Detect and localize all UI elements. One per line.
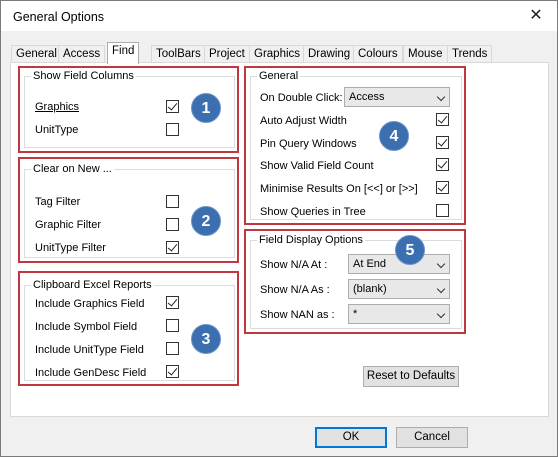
show-na-as-label: Show N/A As :	[260, 284, 330, 296]
graphics-column-checkbox[interactable]	[166, 100, 179, 113]
include-symbol-field-label: Include Symbol Field	[35, 321, 138, 333]
callout-badge-5: 5	[395, 235, 425, 265]
chevron-down-icon	[436, 92, 446, 102]
reset-to-defaults-button[interactable]: Reset to Defaults	[363, 366, 459, 387]
auto-adjust-width-checkbox[interactable]	[436, 113, 449, 126]
title-bar: General Options ✕	[1, 1, 557, 31]
unittype-column-label: UnitType	[35, 124, 79, 136]
unittype-filter-label: UnitType Filter	[35, 242, 106, 254]
options-dialog: General Options ✕ General Access Find To…	[0, 0, 558, 457]
dialog-title: General Options	[13, 10, 105, 24]
cancel-button[interactable]: Cancel	[396, 427, 468, 448]
callout-badge-4: 4	[379, 121, 409, 151]
include-graphics-field-checkbox[interactable]	[166, 296, 179, 309]
callout-badge-2: 2	[191, 206, 221, 236]
on-double-click-value: Access	[349, 91, 385, 103]
include-gendesc-field-checkbox[interactable]	[166, 365, 179, 378]
on-double-click-select[interactable]: Access	[344, 87, 450, 107]
show-valid-field-count-checkbox[interactable]	[436, 158, 449, 171]
pin-query-windows-label: Pin Query Windows	[260, 138, 357, 150]
include-unittype-field-checkbox[interactable]	[166, 342, 179, 355]
minimise-results-label: Minimise Results On [<<] or [>>]	[260, 183, 418, 195]
group-legend: Clear on New ...	[31, 163, 114, 175]
unittype-filter-checkbox[interactable]	[166, 241, 179, 254]
graphic-filter-label: Graphic Filter	[35, 219, 102, 231]
tab-project[interactable]: Project	[204, 45, 250, 63]
tab-find[interactable]: Find	[107, 42, 140, 64]
include-graphics-field-label: Include Graphics Field	[35, 298, 145, 310]
include-gendesc-field-label: Include GenDesc Field	[35, 367, 147, 379]
tab-graphics[interactable]: Graphics	[249, 45, 306, 63]
ok-button[interactable]: OK	[315, 427, 387, 448]
tab-toolbars[interactable]: ToolBars	[151, 45, 206, 63]
callout-badge-1: 1	[191, 93, 221, 123]
include-unittype-field-label: Include UnitType Field	[35, 344, 144, 356]
callout-badge-3: 3	[191, 324, 221, 354]
find-tab-panel: Show Field Columns Graphics UnitType 1 C…	[10, 62, 549, 417]
group-legend: Show Field Columns	[31, 70, 136, 82]
tab-colours[interactable]: Colours	[353, 45, 403, 63]
on-double-click-label: On Double Click:	[260, 92, 343, 104]
chevron-down-icon	[436, 309, 446, 319]
show-na-at-value: At End	[353, 258, 387, 270]
tab-general[interactable]: General	[11, 45, 62, 63]
chevron-down-icon	[436, 259, 446, 269]
tab-access[interactable]: Access	[58, 45, 106, 63]
show-na-as-value: (blank)	[353, 283, 387, 295]
unittype-column-checkbox[interactable]	[166, 123, 179, 136]
show-queries-in-tree-label: Show Queries in Tree	[260, 206, 366, 218]
show-nan-as-value: *	[353, 308, 358, 320]
tag-filter-label: Tag Filter	[35, 196, 81, 208]
show-na-as-select[interactable]: (blank)	[348, 279, 450, 299]
group-legend: Field Display Options	[257, 234, 365, 246]
show-nan-as-label: Show NAN as :	[260, 309, 335, 321]
show-queries-in-tree-checkbox[interactable]	[436, 204, 449, 217]
show-na-at-label: Show N/A At :	[260, 259, 328, 271]
tag-filter-checkbox[interactable]	[166, 195, 179, 208]
tab-mouse[interactable]: Mouse	[403, 45, 448, 63]
close-icon[interactable]: ✕	[525, 5, 547, 27]
group-legend: General	[257, 70, 301, 82]
tab-drawing[interactable]: Drawing	[303, 45, 356, 63]
pin-query-windows-checkbox[interactable]	[436, 136, 449, 149]
show-valid-field-count-label: Show Valid Field Count	[260, 160, 374, 172]
include-symbol-field-checkbox[interactable]	[166, 319, 179, 332]
tab-trends[interactable]: Trends	[447, 45, 493, 63]
auto-adjust-width-label: Auto Adjust Width	[260, 115, 347, 127]
graphic-filter-checkbox[interactable]	[166, 218, 179, 231]
show-nan-as-select[interactable]: *	[348, 304, 450, 324]
group-legend: Clipboard Excel Reports	[31, 279, 154, 291]
chevron-down-icon	[436, 284, 446, 294]
minimise-results-checkbox[interactable]	[436, 181, 449, 194]
graphics-column-label: Graphics	[35, 101, 80, 113]
